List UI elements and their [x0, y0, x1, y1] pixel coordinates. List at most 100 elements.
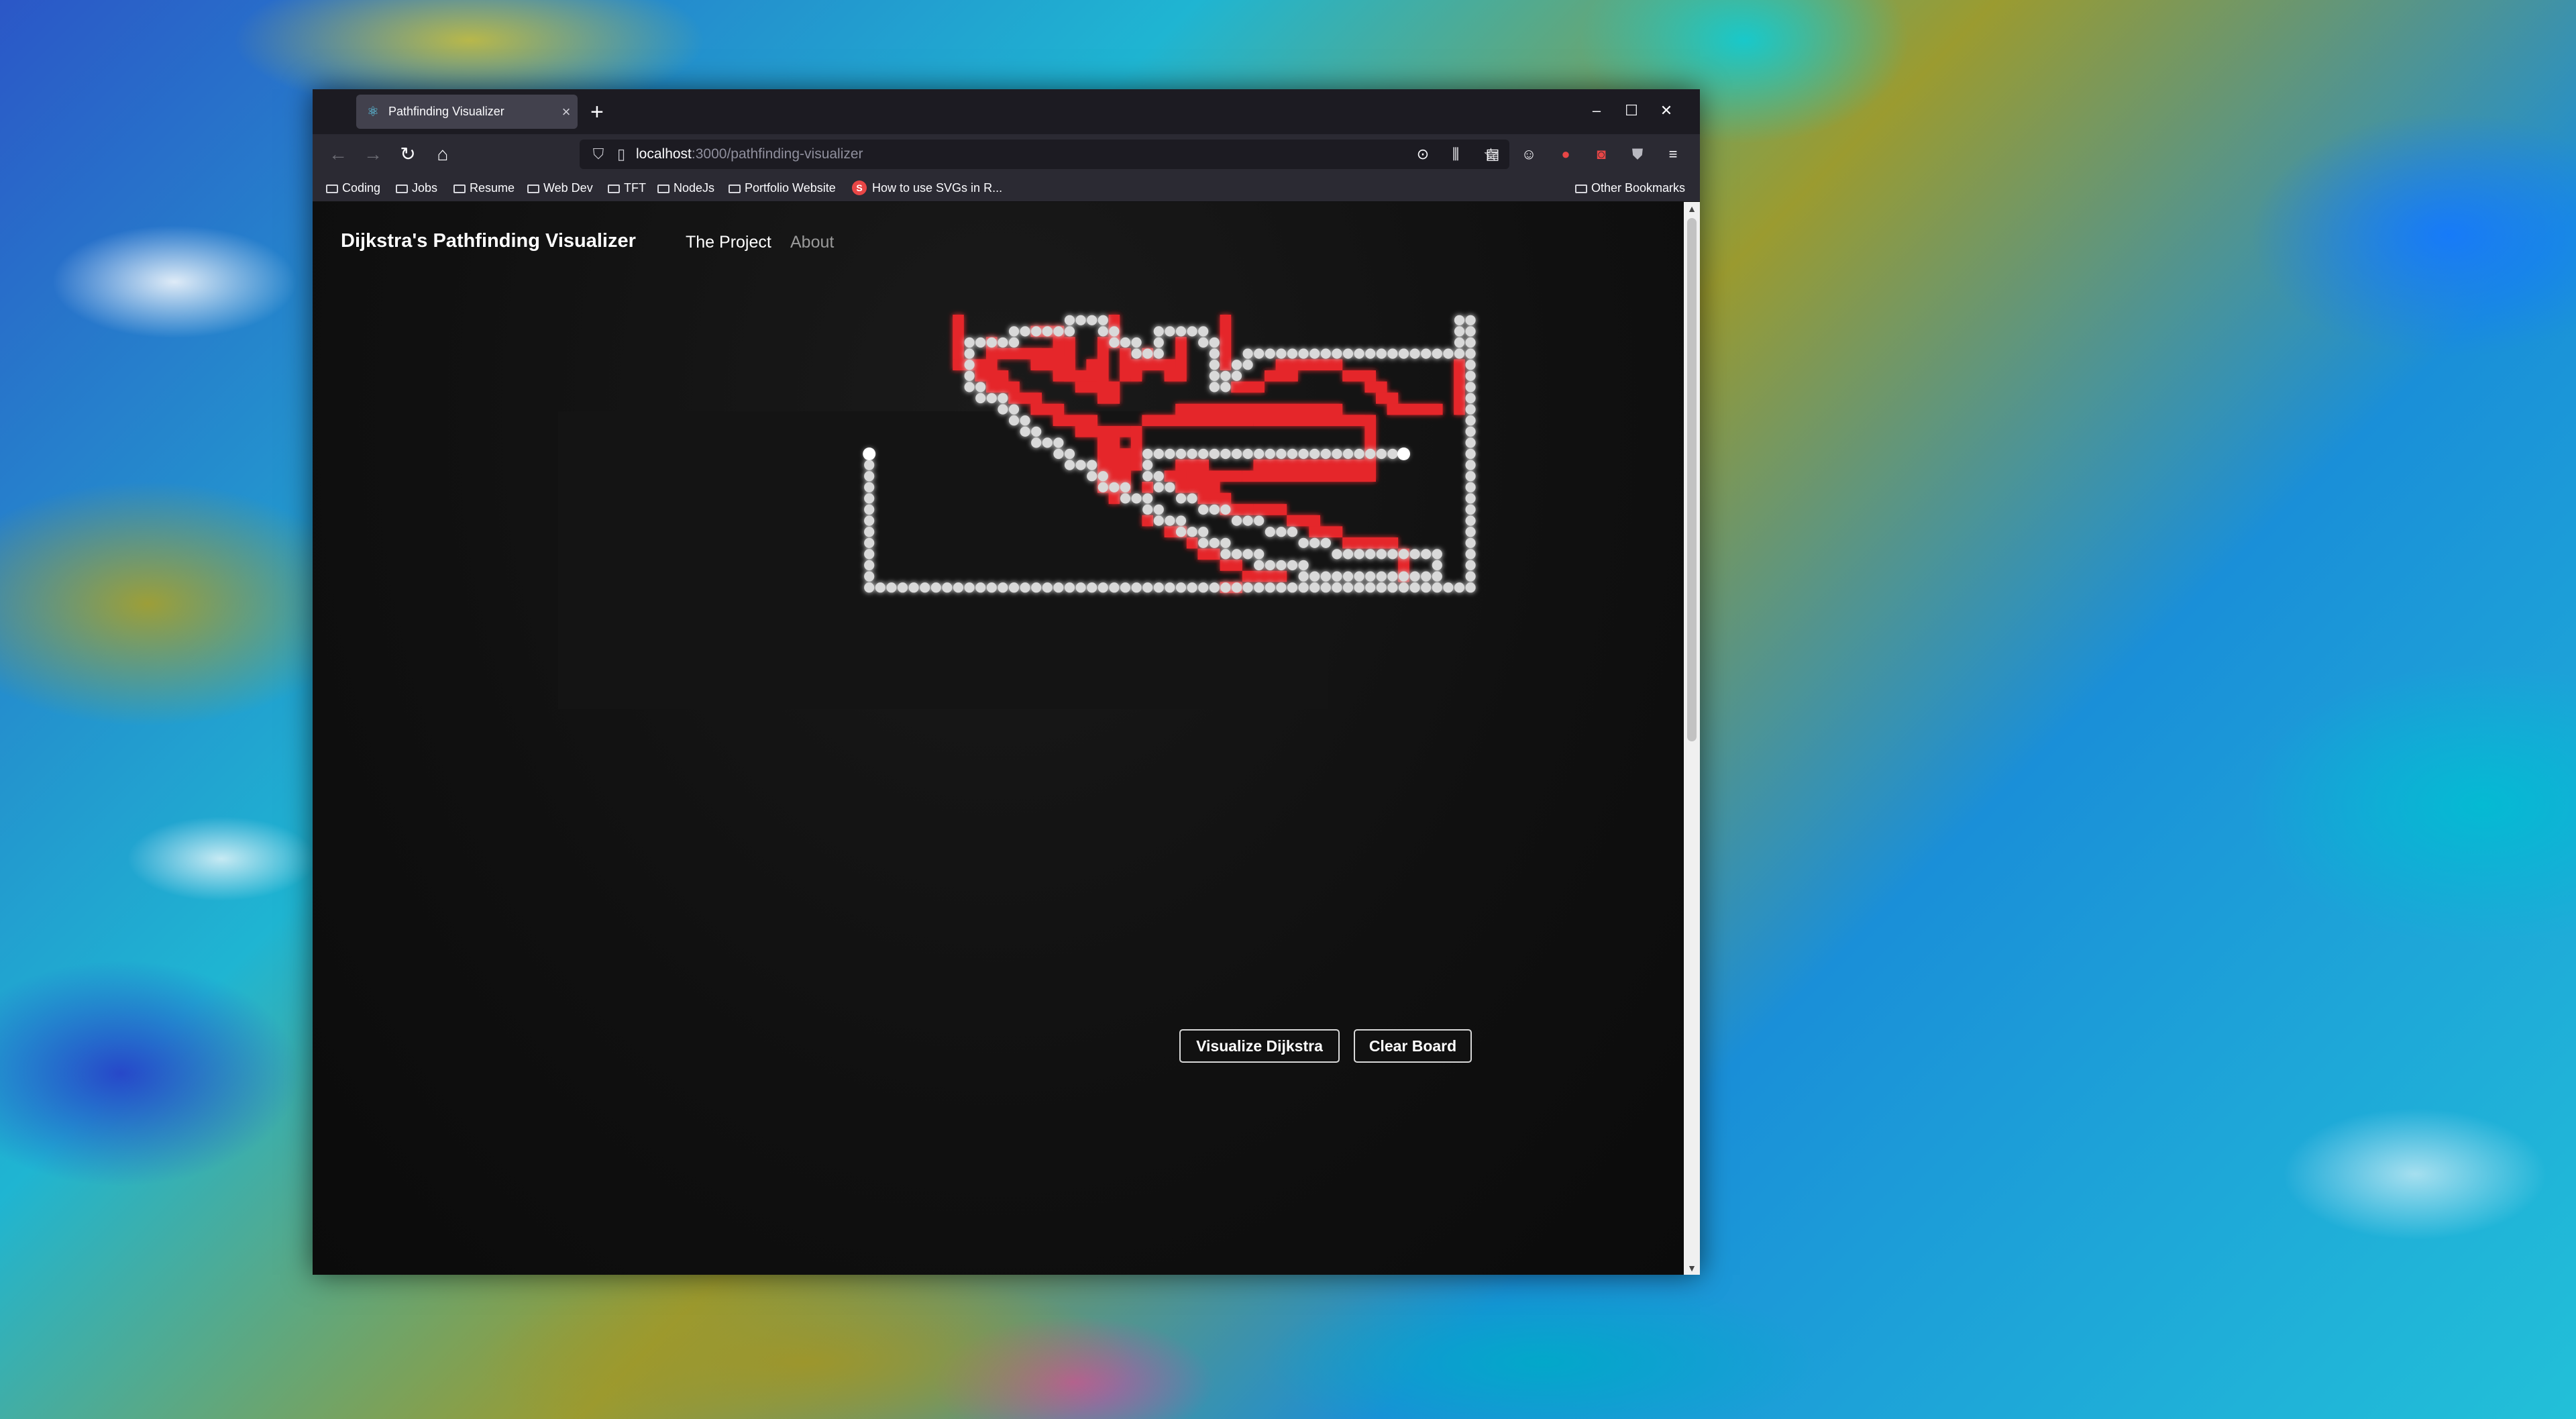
path-node[interactable] — [1087, 460, 1097, 470]
path-node[interactable] — [1175, 493, 1187, 504]
path-node[interactable] — [1332, 571, 1342, 582]
path-node[interactable] — [1409, 582, 1420, 593]
sidebar-icon[interactable]: ▤ — [1483, 144, 1503, 164]
path-node[interactable] — [1153, 504, 1164, 515]
reload-icon[interactable]: ↻ — [396, 142, 420, 166]
path-node[interactable] — [1298, 571, 1309, 582]
path-node[interactable] — [1376, 549, 1387, 560]
path-node[interactable] — [1342, 549, 1354, 560]
path-node[interactable] — [1209, 448, 1220, 460]
maximize-icon[interactable]: ☐ — [1618, 99, 1645, 123]
path-node[interactable] — [1187, 448, 1197, 460]
visited-cell[interactable] — [1008, 392, 1042, 404]
path-node[interactable] — [975, 337, 986, 348]
path-node[interactable] — [1254, 549, 1265, 560]
visited-cell[interactable] — [1220, 359, 1232, 370]
path-node[interactable] — [1454, 337, 1465, 348]
extension-screenshot-icon[interactable]: ◙ — [1591, 144, 1611, 164]
path-node[interactable] — [964, 348, 975, 359]
path-node[interactable] — [1465, 571, 1476, 582]
path-node[interactable] — [964, 337, 975, 348]
path-node[interactable] — [1287, 560, 1298, 571]
visited-cell[interactable] — [1164, 470, 1187, 482]
path-node[interactable] — [1075, 315, 1086, 325]
path-node[interactable] — [1320, 348, 1331, 359]
visited-cell[interactable] — [1220, 315, 1232, 360]
path-node[interactable] — [1398, 549, 1409, 560]
path-node[interactable] — [1198, 527, 1209, 537]
visited-cell[interactable] — [1376, 392, 1399, 404]
path-node[interactable] — [1020, 426, 1030, 437]
path-node[interactable] — [1175, 326, 1187, 337]
path-node[interactable] — [1320, 582, 1331, 593]
path-node[interactable] — [1465, 370, 1476, 381]
path-node[interactable] — [1387, 549, 1398, 560]
path-node[interactable] — [1031, 326, 1042, 337]
path-node[interactable] — [1421, 582, 1432, 593]
path-node[interactable] — [1265, 348, 1275, 359]
path-node[interactable] — [1131, 337, 1142, 348]
path-node[interactable] — [1042, 437, 1053, 448]
path-node[interactable] — [864, 460, 875, 470]
path-node[interactable] — [964, 582, 975, 593]
path-node[interactable] — [1454, 315, 1465, 325]
path-node[interactable] — [1409, 348, 1420, 359]
path-node[interactable] — [1209, 337, 1220, 348]
path-node[interactable] — [1187, 326, 1197, 337]
visited-cell[interactable] — [1097, 337, 1109, 370]
path-node[interactable] — [998, 392, 1008, 404]
path-node[interactable] — [864, 493, 875, 504]
path-node[interactable] — [1220, 382, 1231, 392]
path-node[interactable] — [1398, 571, 1409, 582]
visited-cell[interactable] — [1342, 415, 1376, 426]
path-node[interactable] — [1465, 515, 1476, 526]
path-node[interactable] — [1276, 560, 1287, 571]
path-node[interactable] — [1175, 582, 1187, 593]
tracking-shield-icon[interactable]: ⛉ — [589, 146, 608, 163]
path-node[interactable] — [1131, 582, 1142, 593]
path-node[interactable] — [1265, 448, 1275, 460]
path-node[interactable] — [1254, 348, 1265, 359]
path-node[interactable] — [1097, 471, 1108, 482]
path-node[interactable] — [1354, 448, 1364, 460]
other-bookmarks[interactable]: Other Bookmarks — [1575, 180, 1685, 196]
start-node[interactable] — [863, 448, 876, 460]
visited-cell[interactable] — [1342, 537, 1376, 549]
visited-cell[interactable] — [1220, 560, 1242, 571]
path-node[interactable] — [1465, 426, 1476, 437]
path-node[interactable] — [1220, 537, 1231, 548]
bookmark-svgs-in-r[interactable]: S How to use SVGs in R... — [852, 180, 1002, 196]
path-node[interactable] — [964, 360, 975, 370]
path-node[interactable] — [1309, 537, 1320, 548]
path-node[interactable] — [964, 382, 975, 392]
scroll-up-icon[interactable]: ▲ — [1684, 203, 1700, 214]
path-node[interactable] — [1454, 326, 1465, 337]
path-node[interactable] — [1142, 582, 1153, 593]
visited-cell[interactable] — [986, 381, 1020, 393]
visited-cell[interactable] — [1175, 403, 1343, 415]
visited-cell[interactable] — [1454, 359, 1465, 415]
path-node[interactable] — [1165, 482, 1175, 492]
path-node[interactable] — [1287, 348, 1298, 359]
path-node[interactable] — [1242, 448, 1253, 460]
path-node[interactable] — [986, 392, 997, 404]
path-node[interactable] — [1276, 348, 1287, 359]
path-node[interactable] — [1165, 448, 1175, 460]
visited-cell[interactable] — [1242, 470, 1376, 482]
path-node[interactable] — [1131, 493, 1142, 504]
path-node[interactable] — [1142, 460, 1153, 470]
path-node[interactable] — [1354, 571, 1364, 582]
scroll-down-icon[interactable]: ▼ — [1684, 1263, 1700, 1273]
path-node[interactable] — [975, 382, 986, 392]
path-node[interactable] — [998, 404, 1008, 415]
path-node[interactable] — [1220, 504, 1231, 515]
path-node[interactable] — [864, 471, 875, 482]
visited-cell[interactable] — [1142, 482, 1153, 493]
path-node[interactable] — [1142, 504, 1153, 515]
path-node[interactable] — [1254, 448, 1265, 460]
path-node[interactable] — [1153, 337, 1164, 348]
path-node[interactable] — [1332, 448, 1342, 460]
path-node[interactable] — [1465, 392, 1476, 404]
path-node[interactable] — [1298, 348, 1309, 359]
path-node[interactable] — [1265, 582, 1275, 593]
